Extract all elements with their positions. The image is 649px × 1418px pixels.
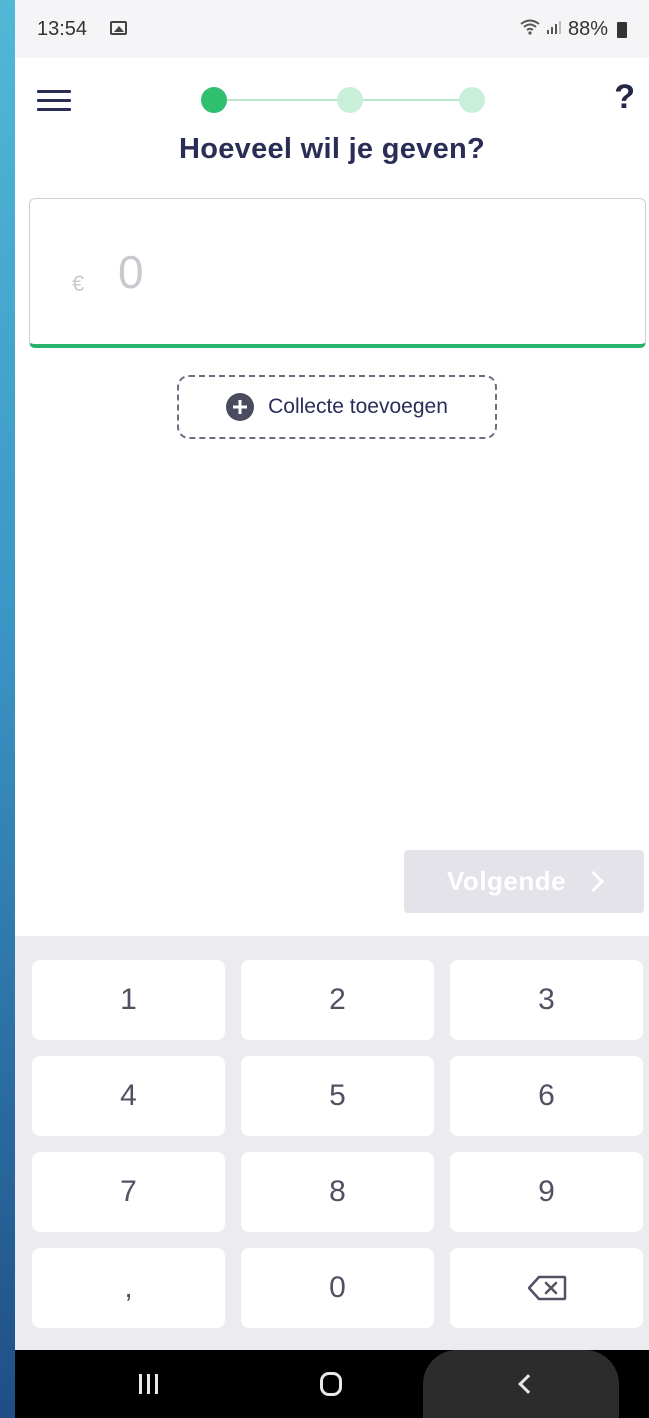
amount-input[interactable]: € 0 — [29, 198, 646, 348]
page-title: Hoeveel wil je geven? — [178, 133, 486, 165]
status-right: 88% — [520, 18, 627, 41]
amount-value: 0 — [118, 246, 144, 298]
key-0[interactable]: 0 — [241, 1248, 434, 1328]
home-icon[interactable] — [320, 1372, 342, 1396]
key-4[interactable]: 4 — [32, 1056, 225, 1136]
next-button-label: Volgende — [446, 866, 567, 896]
key-1[interactable]: 1 — [32, 960, 225, 1040]
key-8[interactable]: 8 — [241, 1152, 434, 1232]
battery-percent: 88% — [567, 18, 608, 40]
backspace-key[interactable] — [450, 1248, 643, 1328]
menu-icon[interactable] — [37, 90, 71, 112]
key-comma[interactable]: , — [32, 1248, 225, 1328]
wifi-icon — [520, 18, 540, 41]
gallery-notification-icon — [110, 21, 127, 35]
system-navigation-bar — [15, 1350, 649, 1418]
signal-icon — [546, 18, 562, 41]
status-time: 13:54 — [37, 18, 88, 40]
key-5[interactable]: 5 — [241, 1056, 434, 1136]
back-chevron-icon — [518, 1374, 538, 1394]
help-icon[interactable]: ? — [614, 78, 635, 117]
add-collecte-label: Collecte toevoegen — [268, 395, 448, 418]
app-screen: 13:54 88% ? Hoeveel wil je geven? € 0 Co… — [15, 0, 649, 1418]
numeric-keypad: 1 2 3 4 5 6 7 8 9 , 0 — [15, 936, 649, 1350]
step-2-indicator — [337, 87, 363, 113]
key-2[interactable]: 2 — [241, 960, 434, 1040]
status-bar: 13:54 88% — [15, 0, 649, 58]
plus-circle-icon — [226, 393, 255, 421]
backspace-icon — [527, 1275, 567, 1301]
next-button[interactable]: Volgende — [404, 850, 644, 913]
step-3-indicator — [459, 87, 485, 113]
key-9[interactable]: 9 — [450, 1152, 643, 1232]
recent-apps-icon[interactable] — [139, 1374, 158, 1394]
key-6[interactable]: 6 — [450, 1056, 643, 1136]
currency-symbol: € — [72, 271, 85, 296]
key-3[interactable]: 3 — [450, 960, 643, 1040]
back-button[interactable] — [423, 1350, 619, 1418]
progress-stepper — [201, 85, 485, 115]
key-7[interactable]: 7 — [32, 1152, 225, 1232]
step-1-indicator — [201, 87, 227, 113]
add-collecte-button[interactable]: Collecte toevoegen — [177, 375, 497, 439]
chevron-right-icon — [582, 870, 605, 893]
battery-icon — [617, 21, 627, 38]
